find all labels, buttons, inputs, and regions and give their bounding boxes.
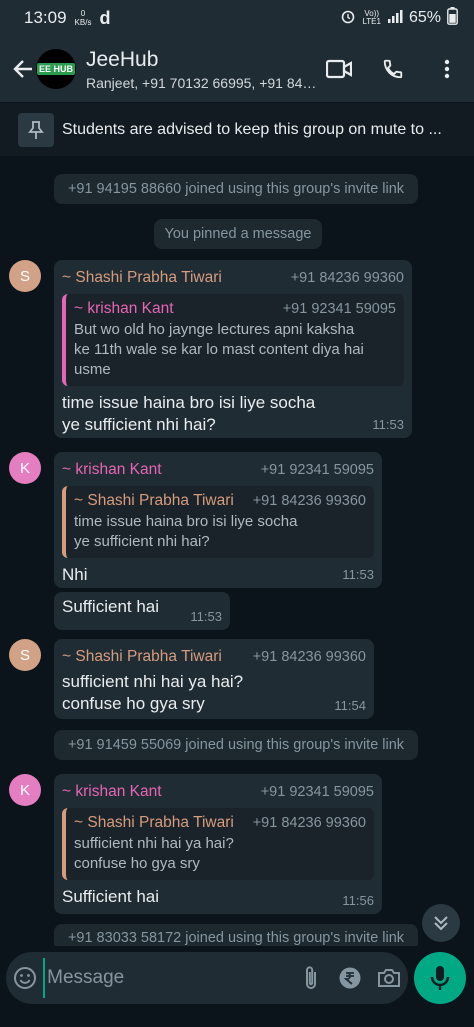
- sender-phone: +91 92341 59095: [260, 784, 374, 800]
- volte-indicator: Vo)) LTE1: [362, 10, 381, 26]
- quoted-text-line: ye sufficient nhi hai?: [74, 533, 210, 550]
- group-avatar[interactable]: EE HUB: [36, 49, 76, 89]
- video-camera-icon: [326, 59, 352, 79]
- sender-name[interactable]: ~ Shashi Prabha Tiwari: [62, 269, 222, 287]
- attach-button[interactable]: [292, 965, 331, 991]
- payment-button[interactable]: [331, 966, 370, 990]
- message-time: 11:53: [372, 417, 404, 432]
- quoted-text-line: usme: [74, 361, 111, 378]
- quoted-phone: +91 84236 99360: [252, 815, 366, 831]
- message-time: 11:53: [190, 609, 222, 624]
- message-text-line: Sufficient hai: [62, 887, 160, 906]
- quoted-sender: ~ Shashi Prabha Tiwari: [74, 492, 234, 509]
- emoji-icon: [13, 967, 36, 989]
- more-vertical-icon: [444, 59, 450, 79]
- quoted-text-line: time issue haina bro isi liye socha: [74, 513, 298, 530]
- system-message: +91 94195 88660 joined using this group'…: [54, 174, 418, 204]
- avatar[interactable]: K: [9, 452, 41, 484]
- quoted-sender: ~ krishan Kant: [74, 300, 174, 317]
- avatar[interactable]: K: [9, 774, 41, 806]
- rupee-icon: [339, 967, 361, 989]
- message-text-line: ye sufficient nhi hai?: [62, 415, 216, 434]
- quoted-text-line: confuse ho gya sry: [74, 855, 200, 872]
- message-bubble[interactable]: ~ krishan Kant +91 92341 59095 ~ Shashi …: [54, 452, 382, 588]
- pinned-message-text: Students are advised to keep this group …: [62, 120, 442, 138]
- signal-icon: [387, 9, 403, 28]
- message-text-line: confuse ho gya sry: [62, 694, 205, 713]
- chat-header: EE HUB JeeHub Ranjeet, +91 70132 66995, …: [0, 36, 474, 102]
- quoted-phone: +91 92341 59095: [282, 301, 396, 317]
- pin-icon: [18, 112, 54, 147]
- group-info[interactable]: JeeHub Ranjeet, +91 70132 66995, +91 84…: [86, 48, 318, 91]
- microphone-icon: [430, 966, 450, 990]
- system-message: You pinned a message: [154, 219, 322, 249]
- volte-bottom: LTE1: [362, 17, 381, 26]
- system-message: +91 83033 58172 joined using this group'…: [54, 924, 418, 946]
- message-text-line: Nhi: [62, 565, 88, 584]
- message-time: 11:53: [342, 567, 374, 582]
- sender-phone: +91 92341 59095: [260, 462, 374, 478]
- voice-call-button[interactable]: [366, 58, 420, 80]
- composer: [0, 946, 474, 1027]
- more-options-button[interactable]: [420, 59, 474, 79]
- clock: 13:09: [24, 8, 67, 27]
- message-list[interactable]: +91 94195 88660 joined using this group'…: [0, 156, 474, 946]
- avatar[interactable]: S: [9, 260, 41, 292]
- emoji-button[interactable]: [6, 966, 43, 990]
- alarm-icon: [340, 8, 356, 29]
- sender-name[interactable]: ~ krishan Kant: [62, 783, 162, 801]
- status-bar: 13:09 0 KB/s d Vo)) LTE1 65%: [0, 0, 474, 36]
- voice-record-button[interactable]: [414, 952, 466, 1004]
- battery-percent: 65%: [408, 9, 441, 26]
- group-title: JeeHub: [86, 47, 159, 71]
- paperclip-icon: [306, 966, 317, 989]
- camera-icon: [377, 969, 400, 987]
- sender-name[interactable]: ~ krishan Kant: [62, 461, 162, 479]
- quoted-text-line: sufficient nhi hai ya hai?: [74, 835, 234, 852]
- message-time: 11:54: [334, 698, 366, 713]
- quoted-message[interactable]: ~ krishan Kant +91 92341 59095 But wo ol…: [62, 294, 404, 386]
- group-logo-text: EE HUB: [36, 63, 75, 75]
- battery-icon: [447, 6, 458, 30]
- message-bubble[interactable]: ~ Shashi Prabha Tiwari +91 84236 99360 ~…: [54, 260, 412, 438]
- sender-phone: +91 84236 99360: [290, 270, 404, 286]
- message-bubble[interactable]: Sufficient hai 11:53: [54, 592, 230, 630]
- pinned-message-bar[interactable]: Students are advised to keep this group …: [0, 102, 474, 156]
- quoted-message[interactable]: ~ Shashi Prabha Tiwari +91 84236 99360 s…: [62, 808, 374, 880]
- message-input[interactable]: [43, 958, 293, 998]
- app-notification-icon: d: [99, 7, 111, 28]
- quoted-phone: +91 84236 99360: [252, 493, 366, 509]
- scroll-to-bottom-button[interactable]: [422, 904, 460, 942]
- sender-name[interactable]: ~ Shashi Prabha Tiwari: [62, 648, 222, 666]
- back-button[interactable]: [6, 58, 40, 80]
- message-bubble[interactable]: ~ krishan Kant +91 92341 59095 ~ Shashi …: [54, 774, 382, 914]
- system-message: +91 91459 55069 joined using this group'…: [54, 730, 418, 760]
- camera-button[interactable]: [369, 967, 408, 989]
- network-speed-value: 0: [80, 9, 86, 18]
- quoted-sender: ~ Shashi Prabha Tiwari: [74, 814, 234, 831]
- back-arrow-icon: [13, 60, 32, 78]
- network-speed-unit: KB/s: [74, 18, 92, 27]
- sender-phone: +91 84236 99360: [252, 649, 366, 665]
- quoted-text-line: But wo old ho jaynge lectures apni kaksh…: [74, 321, 355, 338]
- message-text-line: time issue haina bro isi liye socha: [62, 393, 316, 412]
- message-bubble[interactable]: ~ Shashi Prabha Tiwari +91 84236 99360 s…: [54, 639, 374, 719]
- double-chevron-down-icon: [434, 916, 448, 931]
- message-time: 11:56: [342, 893, 374, 908]
- group-members: Ranjeet, +91 70132 66995, +91 84…: [86, 74, 317, 91]
- phone-icon: [383, 59, 403, 79]
- message-text-line: sufficient nhi hai ya hai?: [62, 672, 244, 691]
- avatar[interactable]: S: [9, 639, 41, 671]
- quoted-message[interactable]: ~ Shashi Prabha Tiwari +91 84236 99360 t…: [62, 486, 374, 558]
- video-call-button[interactable]: [312, 59, 366, 79]
- quoted-text-line: ke 11th wale se kar lo mast content diya…: [74, 341, 364, 358]
- message-input-bar: [6, 952, 408, 1004]
- network-speed: 0 KB/s: [75, 9, 92, 27]
